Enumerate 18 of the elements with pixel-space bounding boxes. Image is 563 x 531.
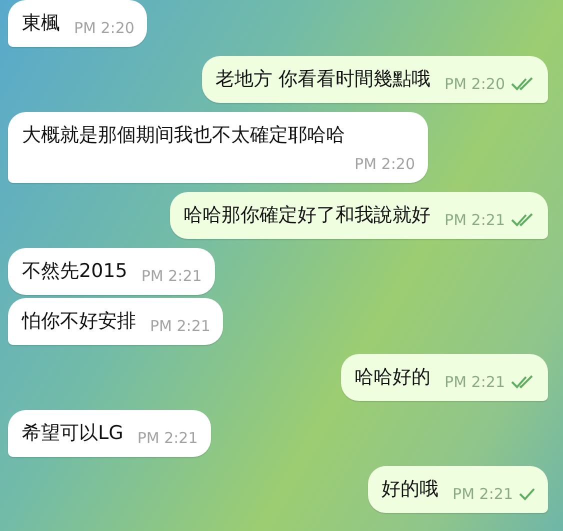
message-time: PM 2:21 (137, 428, 198, 448)
message-text: 老地方 你看看时間幾點哦 (216, 67, 431, 92)
message-text: 不然先2015 (22, 259, 128, 284)
message-text: 東楓 (22, 11, 60, 36)
message-time: PM 2:21 (444, 372, 505, 392)
message-time: PM 2:21 (452, 484, 513, 504)
message-text: 希望可以LG (22, 421, 124, 446)
message-text: 哈哈好的 (354, 365, 431, 390)
message-time: PM 2:20 (74, 18, 134, 38)
message-text: 怕你不好安排 (22, 309, 136, 334)
message-time: PM 2:21 (444, 210, 505, 230)
message-time: PM 2:20 (354, 154, 415, 174)
message-text: 哈哈那你確定好了和我說就好 (184, 203, 431, 228)
message-time: PM 2:20 (444, 74, 505, 94)
message-time: PM 2:21 (141, 266, 202, 286)
message-text: 大概就是那個期间我也不太確定耶哈哈 (22, 123, 345, 148)
message-text: 好的哦 (382, 477, 439, 502)
message-time: PM 2:21 (150, 316, 210, 336)
